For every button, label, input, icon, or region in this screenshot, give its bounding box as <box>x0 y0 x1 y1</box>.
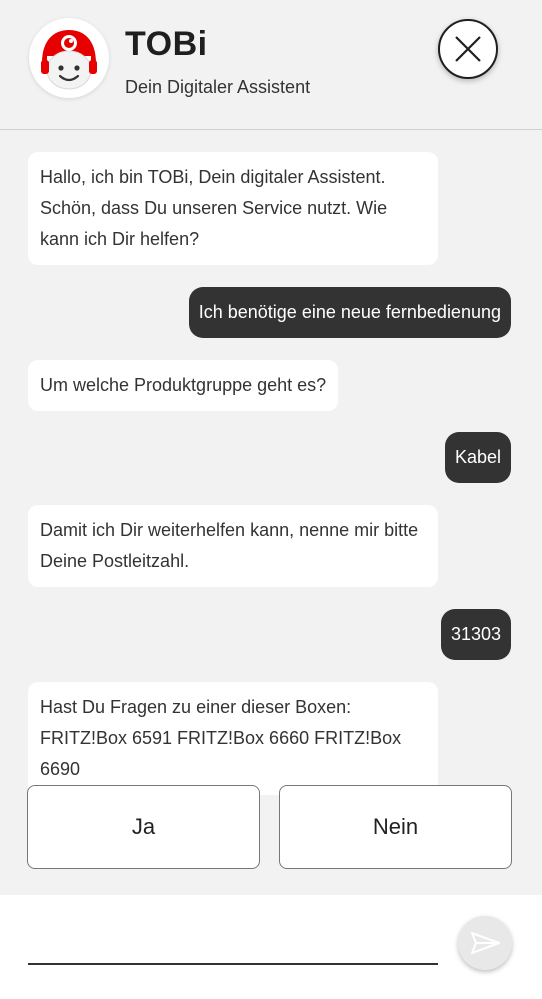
reply-yes-button[interactable]: Ja <box>27 785 260 869</box>
assistant-subtitle: Dein Digitaler Assistent <box>125 77 311 97</box>
composer-bar <box>0 895 542 999</box>
assistant-title: TOBi <box>125 25 208 63</box>
send-button[interactable] <box>458 916 512 970</box>
user-message: Kabel <box>444 432 511 483</box>
chat-header: TOBi Dein Digitaler Assistent <box>0 0 542 130</box>
message-input[interactable] <box>28 915 438 965</box>
close-icon <box>455 36 481 62</box>
close-button[interactable] <box>438 19 498 79</box>
user-message: Ich benötige eine neue fernbedienung <box>188 287 511 338</box>
bot-message: Hallo, ich bin TOBi, Dein digitaler Assi… <box>28 152 438 265</box>
bot-message: Hast Du Fragen zu einer dieser Boxen: FR… <box>28 682 438 795</box>
reply-no-button[interactable]: Nein <box>279 785 512 869</box>
bot-message: Um welche Produktgruppe geht es? <box>28 360 339 411</box>
tobi-avatar-icon <box>29 18 109 98</box>
send-icon <box>471 932 500 954</box>
bot-message: Damit ich Dir weiterhelfen kann, nenne m… <box>28 505 438 587</box>
user-message: 31303 <box>440 609 511 660</box>
